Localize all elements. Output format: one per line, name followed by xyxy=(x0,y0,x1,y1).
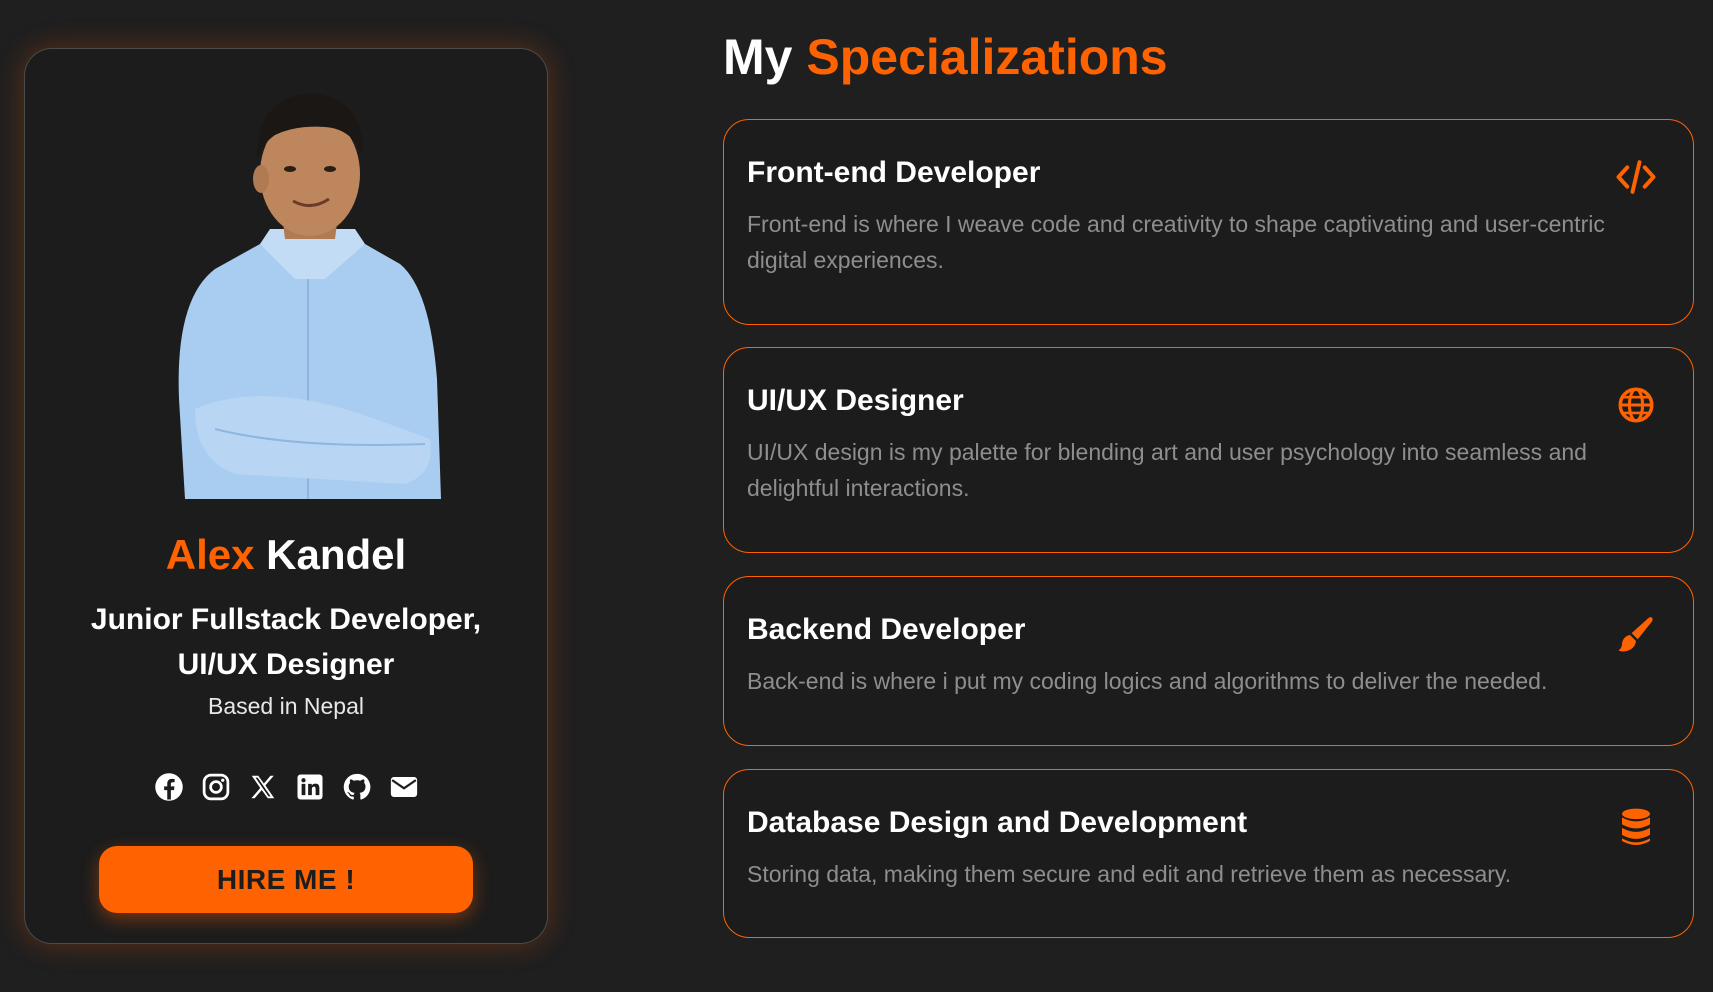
facebook-icon[interactable] xyxy=(153,771,184,802)
profile-location: Based in Nepal xyxy=(208,693,364,719)
section-title: My Specializations xyxy=(723,28,1168,86)
spec-title: Front-end Developer xyxy=(747,156,1041,189)
instagram-icon[interactable] xyxy=(200,771,231,802)
database-icon xyxy=(1615,806,1657,848)
profile-card: Alex Kandel Junior Fullstack Developer, … xyxy=(24,48,548,944)
first-name: Alex xyxy=(165,531,255,578)
github-icon[interactable] xyxy=(341,771,372,802)
spec-card-frontend: Front-end Developer Front-end is where I… xyxy=(723,119,1694,325)
linkedin-icon[interactable] xyxy=(294,771,325,802)
section-title-accent: Specializations xyxy=(806,29,1168,85)
email-icon[interactable] xyxy=(388,771,419,802)
spec-description: Back-end is where i put my coding logics… xyxy=(747,668,1548,694)
code-icon xyxy=(1615,156,1657,198)
spec-title: Database Design and Development xyxy=(747,806,1248,839)
profile-name: Alex Kandel xyxy=(25,531,547,579)
section-title-plain: My xyxy=(723,29,793,85)
profile-role: Junior Fullstack Developer, UI/UX Design… xyxy=(90,603,482,681)
last-name: Kandel xyxy=(266,531,407,578)
spec-card-uiux: UI/UX Designer UI/UX design is my palett… xyxy=(723,347,1694,553)
spec-title: UI/UX Designer xyxy=(747,384,964,417)
brush-icon xyxy=(1615,613,1657,655)
spec-description: Front-end is where I weave code and crea… xyxy=(747,211,1605,273)
social-links xyxy=(25,771,547,802)
hire-me-button[interactable]: HIRE ME ! xyxy=(99,846,473,913)
spec-card-database: Database Design and Development Storing … xyxy=(723,769,1694,938)
x-icon[interactable] xyxy=(247,771,278,802)
spec-description: Storing data, making them secure and edi… xyxy=(747,861,1512,887)
spec-title: Backend Developer xyxy=(747,613,1026,646)
profile-photo xyxy=(175,79,445,499)
spec-description: UI/UX design is my palette for blending … xyxy=(747,439,1587,501)
spec-card-backend: Backend Developer Back-end is where i pu… xyxy=(723,576,1694,746)
globe-icon xyxy=(1615,384,1657,426)
